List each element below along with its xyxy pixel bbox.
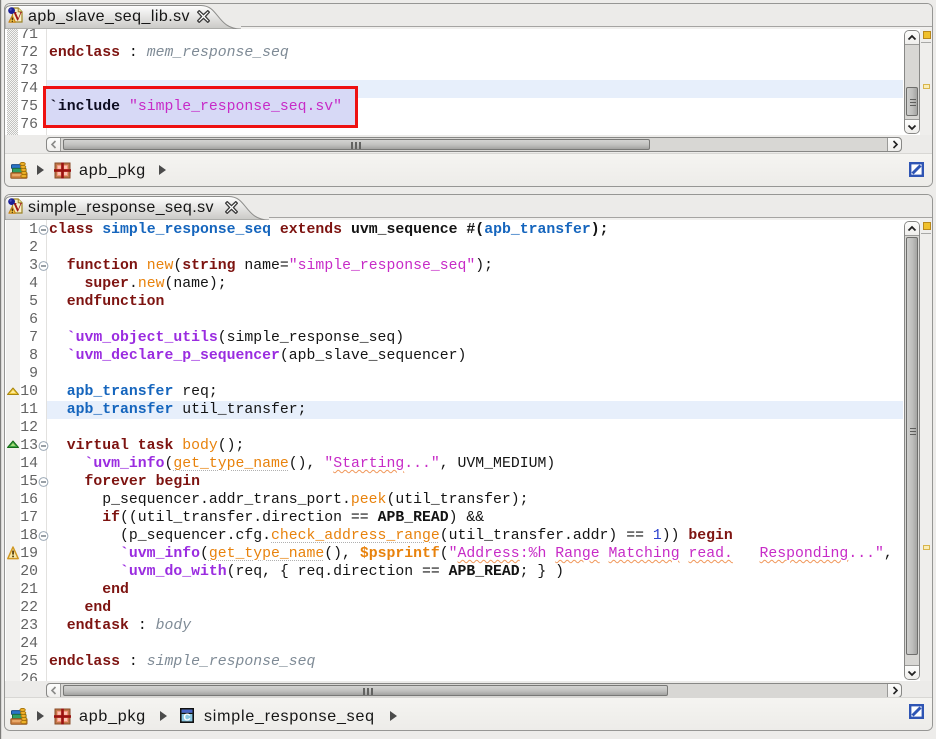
svg-text:C: C	[183, 713, 190, 724]
